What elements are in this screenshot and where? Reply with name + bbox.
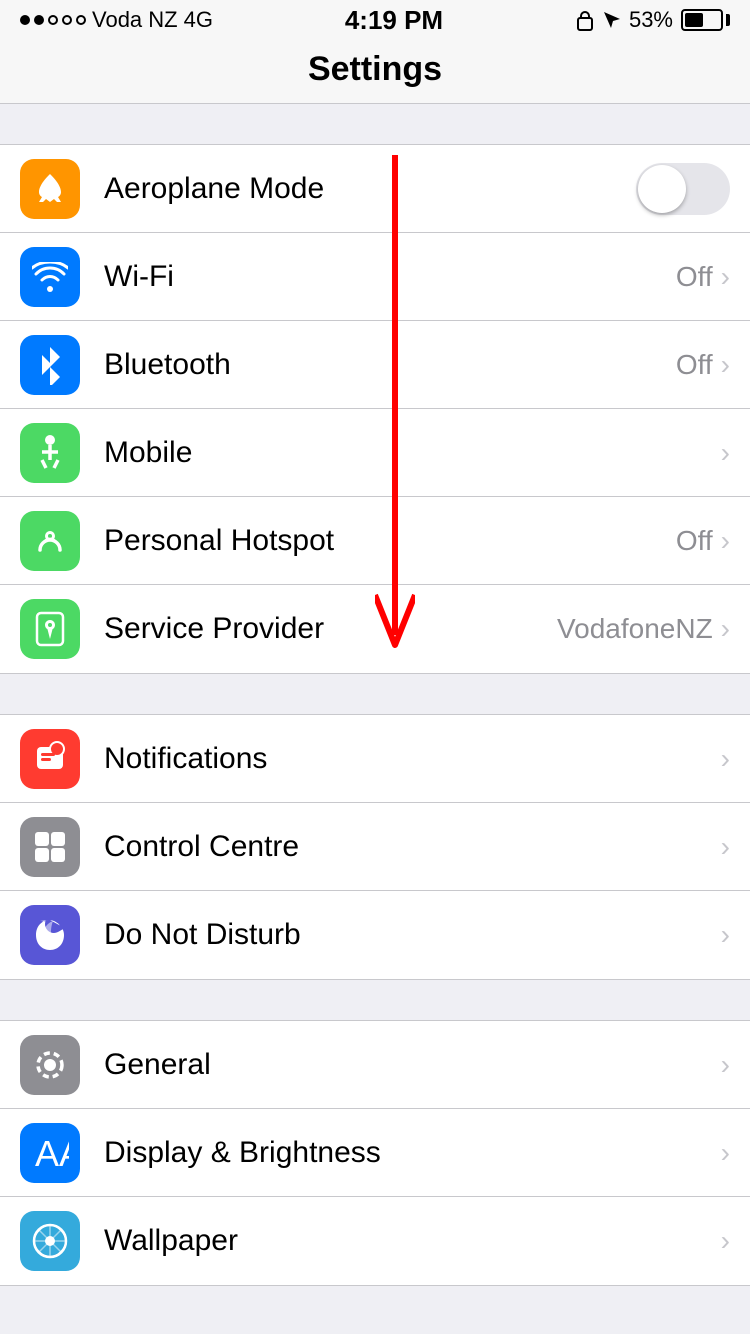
notifications-chevron: › <box>721 743 730 775</box>
bluetooth-row[interactable]: Bluetooth Off › <box>0 321 750 409</box>
service-provider-label: Service Provider <box>104 612 557 646</box>
display-brightness-icon: AA <box>20 1123 80 1183</box>
do-not-disturb-row[interactable]: Do Not Disturb › <box>0 891 750 979</box>
status-right: 53% <box>575 7 730 33</box>
display-brightness-row[interactable]: AA Display & Brightness › <box>0 1109 750 1197</box>
do-not-disturb-chevron: › <box>721 919 730 951</box>
wifi-right: Off › <box>676 261 730 293</box>
notifications-row[interactable]: Notifications › <box>0 715 750 803</box>
bluetooth-label: Bluetooth <box>104 348 676 382</box>
mobile-right: › <box>721 437 730 469</box>
mobile-label: Mobile <box>104 436 721 470</box>
general-icon <box>20 1035 80 1095</box>
general-right: › <box>721 1049 730 1081</box>
general-row[interactable]: General › <box>0 1021 750 1109</box>
do-not-disturb-label: Do Not Disturb <box>104 918 721 952</box>
service-provider-icon <box>20 599 80 659</box>
aeroplane-mode-icon <box>20 159 80 219</box>
display-brightness-label: Display & Brightness <box>104 1136 721 1170</box>
display-brightness-chevron: › <box>721 1137 730 1169</box>
hotspot-row[interactable]: Personal Hotspot Off › <box>0 497 750 585</box>
aeroplane-mode-toggle[interactable] <box>636 163 730 215</box>
page-title: Settings <box>308 50 442 88</box>
hotspot-label: Personal Hotspot <box>104 524 676 558</box>
control-centre-right: › <box>721 831 730 863</box>
status-bar: Voda NZ 4G 4:19 PM 53% <box>0 0 750 40</box>
control-centre-icon <box>20 817 80 877</box>
control-centre-label: Control Centre <box>104 830 721 864</box>
bluetooth-value: Off <box>676 349 713 381</box>
wifi-label: Wi-Fi <box>104 260 676 294</box>
signal-strength <box>20 15 86 25</box>
section-separator-top <box>0 104 750 144</box>
carrier-name: Voda NZ <box>92 7 178 33</box>
general-label: General <box>104 1048 721 1082</box>
battery-percent: 53% <box>629 7 673 33</box>
lock-icon <box>575 9 595 31</box>
network-type: 4G <box>184 7 213 33</box>
section-separator-3 <box>0 980 750 1020</box>
service-provider-row[interactable]: Service Provider VodafoneNZ › <box>0 585 750 673</box>
section-separator-bottom <box>0 1286 750 1326</box>
location-icon <box>603 11 621 29</box>
aeroplane-mode-row[interactable]: Aeroplane Mode <box>0 145 750 233</box>
do-not-disturb-icon <box>20 905 80 965</box>
wallpaper-chevron: › <box>721 1225 730 1257</box>
notifications-icon <box>20 729 80 789</box>
svg-text:AA: AA <box>35 1134 69 1172</box>
wifi-value: Off <box>676 261 713 293</box>
battery-icon <box>681 9 730 31</box>
connectivity-group: Aeroplane Mode Wi-Fi Off › <box>0 144 750 674</box>
service-provider-value: VodafoneNZ <box>557 613 713 645</box>
control-centre-chevron: › <box>721 831 730 863</box>
bluetooth-chevron: › <box>721 349 730 381</box>
system-group: Notifications › Control Centre › <box>0 714 750 980</box>
hotspot-right: Off › <box>676 525 730 557</box>
bluetooth-right: Off › <box>676 349 730 381</box>
display-brightness-right: › <box>721 1137 730 1169</box>
preferences-group: General › AA Display & Brightness › <box>0 1020 750 1286</box>
wallpaper-icon <box>20 1211 80 1271</box>
notifications-right: › <box>721 743 730 775</box>
hotspot-value: Off <box>676 525 713 557</box>
nav-header: Settings <box>0 40 750 104</box>
bluetooth-icon <box>20 335 80 395</box>
control-centre-row[interactable]: Control Centre › <box>0 803 750 891</box>
wifi-chevron: › <box>721 261 730 293</box>
mobile-row[interactable]: Mobile › <box>0 409 750 497</box>
wifi-icon <box>20 247 80 307</box>
section-separator-2 <box>0 674 750 714</box>
wallpaper-row[interactable]: Wallpaper › <box>0 1197 750 1285</box>
service-provider-chevron: › <box>721 613 730 645</box>
notifications-label: Notifications <box>104 742 721 776</box>
hotspot-icon <box>20 511 80 571</box>
wallpaper-label: Wallpaper <box>104 1224 721 1258</box>
aeroplane-mode-label: Aeroplane Mode <box>104 172 636 206</box>
wifi-row[interactable]: Wi-Fi Off › <box>0 233 750 321</box>
aeroplane-mode-right <box>636 163 730 215</box>
general-chevron: › <box>721 1049 730 1081</box>
mobile-icon <box>20 423 80 483</box>
status-time: 4:19 PM <box>345 5 443 36</box>
do-not-disturb-right: › <box>721 919 730 951</box>
wallpaper-right: › <box>721 1225 730 1257</box>
status-left: Voda NZ 4G <box>20 7 213 33</box>
mobile-chevron: › <box>721 437 730 469</box>
service-provider-right: VodafoneNZ › <box>557 613 730 645</box>
hotspot-chevron: › <box>721 525 730 557</box>
